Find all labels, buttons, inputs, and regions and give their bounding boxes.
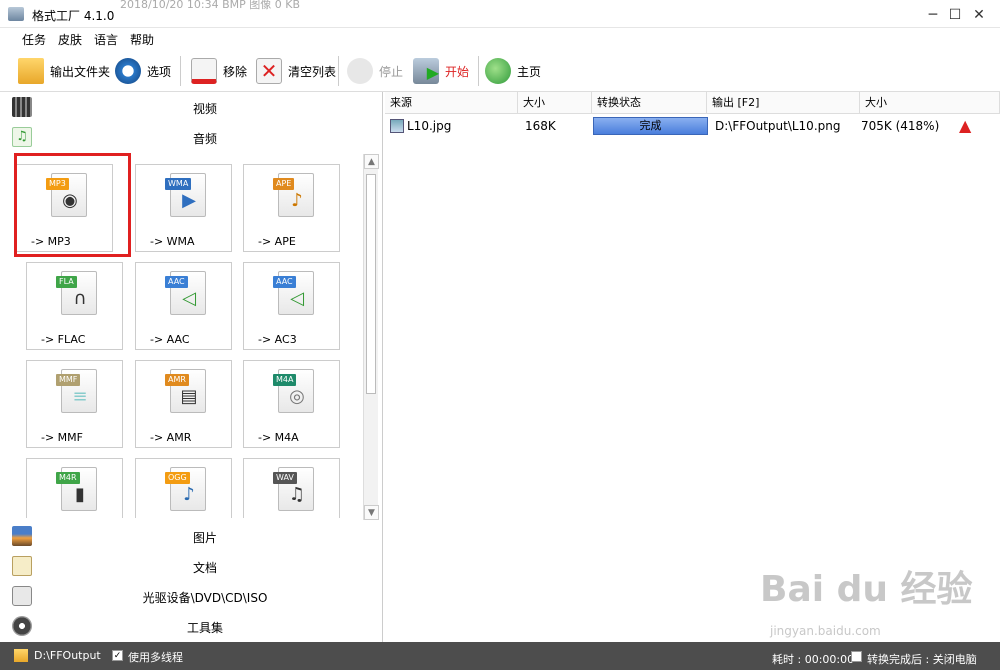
toolbar-separator bbox=[338, 56, 339, 86]
gear-icon bbox=[115, 58, 141, 84]
menu-help[interactable]: 帮助 bbox=[130, 31, 154, 48]
cell-size: 168K bbox=[525, 119, 556, 133]
column-header-status[interactable]: 转换状态 bbox=[592, 92, 707, 114]
maximize-button[interactable]: ☐ bbox=[944, 6, 966, 24]
format-tile-m4r[interactable]: M4R ▮ bbox=[26, 458, 123, 518]
format-tile-m4a[interactable]: M4A ◎ -> M4A bbox=[243, 360, 340, 448]
menu-task[interactable]: 任务 bbox=[22, 31, 46, 48]
output-folder-button[interactable]: 输出文件夹 bbox=[18, 54, 110, 88]
watermark-url: jingyan.baidu.com bbox=[770, 624, 881, 638]
cell-source: L10.jpg bbox=[407, 119, 452, 133]
format-tile-wma[interactable]: WMA ▶ -> WMA bbox=[135, 164, 232, 252]
headphones-icon: ∩ bbox=[73, 288, 87, 309]
category-panel: 视频 ♫ 音频 MP3 ◉ -> MP3 WMA ▶ -> WMA APE ♪ -> … bbox=[0, 92, 383, 642]
cell-output-size: 705K (418%) bbox=[861, 119, 940, 133]
category-image[interactable]: 图片 bbox=[0, 521, 383, 551]
menu-bar: 任务 皮肤 语言 帮助 bbox=[0, 28, 1000, 50]
phone-icon: ▮ bbox=[75, 484, 85, 505]
scroll-up-arrow[interactable]: ▲ bbox=[364, 154, 379, 169]
globe-icon bbox=[485, 58, 511, 84]
folder-icon bbox=[18, 58, 44, 84]
menu-language[interactable]: 语言 bbox=[94, 31, 118, 48]
remove-button[interactable]: 移除 bbox=[191, 54, 247, 88]
multithread-label: 使用多线程 bbox=[128, 651, 183, 664]
column-header-size[interactable]: 大小 bbox=[518, 92, 592, 114]
clear-list-button[interactable]: ✕ 清空列表 bbox=[256, 54, 336, 88]
category-tools[interactable]: 工具集 bbox=[0, 611, 383, 641]
elapsed-time: 耗时 : 00:00:00 bbox=[772, 653, 855, 666]
phone-icon: ▤ bbox=[180, 386, 198, 407]
audio-format-grid: MP3 ◉ -> MP3 WMA ▶ -> WMA APE ♪ -> APE FLA ∩… bbox=[10, 162, 362, 518]
cell-output: D:\FFOutput\L10.png bbox=[715, 119, 841, 133]
format-tile-ac3[interactable]: AAC ◁ -> AC3 bbox=[243, 262, 340, 350]
title-bar: 2018/10/20 10:34 BMP 图像 0 KB 格式工厂 4.1.0 … bbox=[0, 0, 1000, 28]
ghost-text: 2018/10/20 10:34 BMP 图像 0 KB bbox=[120, 0, 301, 11]
toolbar-separator bbox=[180, 56, 181, 86]
category-audio[interactable]: ♫ 音频 bbox=[0, 122, 383, 152]
format-grid-scrollbar[interactable]: ▲ ▼ bbox=[363, 154, 379, 520]
column-header-source[interactable]: 来源 bbox=[385, 92, 518, 114]
status-bar: D:\FFOutput ✓ 使用多线程 耗时 : 00:00:00 转换完成后 … bbox=[0, 642, 1000, 670]
image-file-icon bbox=[390, 119, 404, 133]
stop-button[interactable]: 停止 bbox=[347, 54, 403, 88]
play-icon: ▶ bbox=[182, 190, 196, 211]
app-icon bbox=[8, 7, 24, 21]
category-rom-device[interactable]: 光驱设备\DVD\CD\ISO bbox=[0, 581, 383, 611]
format-tile-mmf[interactable]: MMF ≡ -> MMF bbox=[26, 360, 123, 448]
speaker-icon: ◁ bbox=[182, 288, 196, 309]
stop-icon bbox=[347, 58, 373, 84]
folder-icon[interactable] bbox=[14, 649, 28, 662]
watermark-logo: Bai du 经验 bbox=[760, 569, 973, 610]
document-icon: ≡ bbox=[72, 386, 88, 407]
guitar-icon: ♪ bbox=[291, 190, 303, 211]
toolbar-separator bbox=[478, 56, 479, 86]
status-progress: 完成 bbox=[593, 117, 708, 135]
music-note-icon: ♪ bbox=[183, 484, 195, 505]
after-convert-checkbox[interactable] bbox=[851, 651, 862, 662]
window-title: 格式工厂 4.1.0 bbox=[32, 9, 115, 23]
category-document[interactable]: 文档 bbox=[0, 551, 383, 581]
music-notes-icon: ♫ bbox=[288, 484, 306, 505]
document-remove-icon bbox=[191, 58, 217, 84]
start-icon: ▶ bbox=[413, 58, 439, 84]
format-tile-ape[interactable]: APE ♪ -> APE bbox=[243, 164, 340, 252]
format-tile-aac[interactable]: AAC ◁ -> AAC bbox=[135, 262, 232, 350]
toolbar: 输出文件夹 选项 移除 ✕ 清空列表 停止 ▶ 开始 主页 bbox=[0, 50, 1000, 92]
format-tile-wav[interactable]: WAV ♫ bbox=[243, 458, 340, 518]
column-header-output-size[interactable]: 大小 bbox=[860, 92, 1000, 114]
disc-icon: ◎ bbox=[289, 386, 305, 407]
size-increase-arrow-icon: ▲ bbox=[959, 116, 972, 135]
scroll-down-arrow[interactable]: ▼ bbox=[364, 505, 379, 520]
start-button[interactable]: ▶ 开始 bbox=[413, 54, 469, 88]
close-button[interactable]: ✕ bbox=[968, 6, 990, 24]
format-tile-amr[interactable]: AMR ▤ -> AMR bbox=[135, 360, 232, 448]
options-button[interactable]: 选项 bbox=[115, 54, 171, 88]
multithread-checkbox[interactable]: ✓ bbox=[112, 650, 123, 661]
scroll-thumb[interactable] bbox=[366, 174, 376, 394]
category-video[interactable]: 视频 bbox=[0, 92, 383, 122]
column-header-output[interactable]: 输出 [F2] bbox=[707, 92, 860, 114]
speaker-icon: ◁ bbox=[290, 288, 304, 309]
speaker-icon: ◉ bbox=[62, 190, 78, 211]
home-button[interactable]: 主页 bbox=[485, 54, 541, 88]
format-tile-mp3[interactable]: MP3 ◉ -> MP3 bbox=[16, 164, 113, 252]
output-path[interactable]: D:\FFOutput bbox=[34, 649, 101, 662]
format-tile-ogg[interactable]: OGG ♪ bbox=[135, 458, 232, 518]
clear-list-icon: ✕ bbox=[256, 58, 282, 84]
menu-skin[interactable]: 皮肤 bbox=[58, 31, 82, 48]
format-tile-flac[interactable]: FLA ∩ -> FLAC bbox=[26, 262, 123, 350]
after-convert-label: 转换完成后 : 关闭电脑 bbox=[867, 653, 977, 666]
minimize-button[interactable]: ─ bbox=[922, 6, 944, 24]
